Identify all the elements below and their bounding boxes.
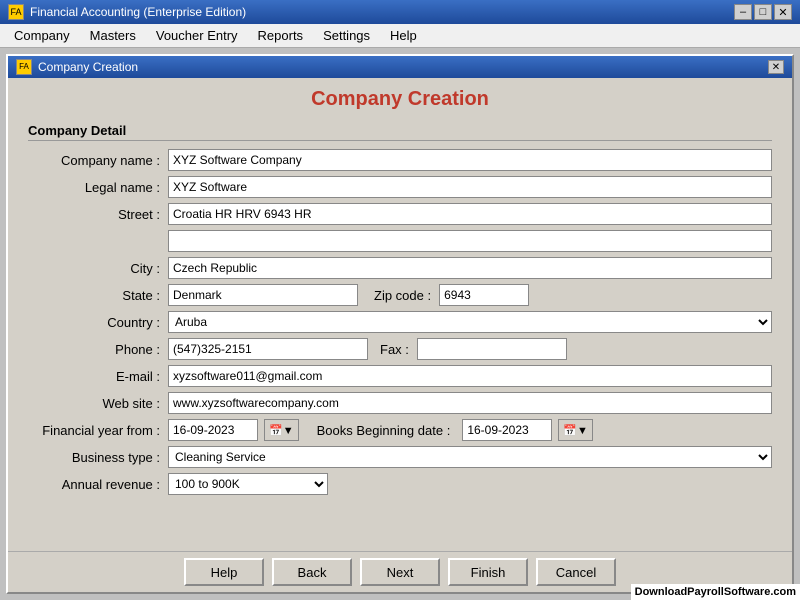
- company-name-row: Company name :: [28, 149, 772, 171]
- street-row: Street :: [28, 203, 772, 225]
- phone-input[interactable]: [168, 338, 368, 360]
- phone-fax-row: Phone : Fax :: [28, 338, 772, 360]
- dialog-heading: Company Creation: [28, 88, 772, 111]
- state-zip-row: State : Zip code :: [28, 284, 772, 306]
- annual-revenue-label: Annual revenue :: [28, 477, 168, 492]
- title-bar: FA Financial Accounting (Enterprise Edit…: [0, 0, 800, 24]
- close-button[interactable]: ✕: [774, 4, 792, 20]
- books-date-input[interactable]: [462, 419, 552, 441]
- country-row: Country : Aruba United States Croatia Cz…: [28, 311, 772, 333]
- business-type-select[interactable]: Cleaning Service Retail Manufacturing Se…: [168, 446, 772, 468]
- books-date-calendar-button[interactable]: 📅▼: [558, 419, 593, 441]
- fax-input[interactable]: [417, 338, 567, 360]
- app-title: Financial Accounting (Enterprise Edition…: [30, 5, 246, 19]
- outer-window: FA Company Creation ✕ Company Creation C…: [0, 48, 800, 600]
- country-select[interactable]: Aruba United States Croatia Czech Republ…: [168, 311, 772, 333]
- title-bar-controls: – □ ✕: [734, 4, 792, 20]
- legal-name-label: Legal name :: [28, 180, 168, 195]
- annual-revenue-row: Annual revenue : 100 to 900K 900K to 5M …: [28, 473, 772, 495]
- dialog-close-button[interactable]: ✕: [768, 60, 784, 74]
- legal-name-row: Legal name :: [28, 176, 772, 198]
- email-label: E-mail :: [28, 369, 168, 384]
- menu-help[interactable]: Help: [380, 26, 427, 45]
- business-type-label: Business type :: [28, 450, 168, 465]
- website-label: Web site :: [28, 396, 168, 411]
- email-input[interactable]: [168, 365, 772, 387]
- dialog-content: Company Creation Company Detail Company …: [8, 78, 792, 551]
- dialog: FA Company Creation ✕ Company Creation C…: [6, 54, 794, 594]
- watermark: DownloadPayrollSoftware.com: [631, 584, 800, 600]
- minimize-button[interactable]: –: [734, 4, 752, 20]
- next-button[interactable]: Next: [360, 558, 440, 586]
- section-title: Company Detail: [28, 123, 772, 141]
- menu-masters[interactable]: Masters: [80, 26, 146, 45]
- dialog-icon: FA: [16, 59, 32, 75]
- company-name-input[interactable]: [168, 149, 772, 171]
- street-label: Street :: [28, 207, 168, 222]
- finish-button[interactable]: Finish: [448, 558, 528, 586]
- state-label: State :: [28, 288, 168, 303]
- menu-company[interactable]: Company: [4, 26, 80, 45]
- state-input[interactable]: [168, 284, 358, 306]
- website-input[interactable]: [168, 392, 772, 414]
- fin-year-calendar-button[interactable]: 📅▼: [264, 419, 299, 441]
- city-input[interactable]: [168, 257, 772, 279]
- back-button[interactable]: Back: [272, 558, 352, 586]
- city-label: City :: [28, 261, 168, 276]
- street2-input[interactable]: [168, 230, 772, 252]
- dialog-title: Company Creation: [38, 60, 138, 74]
- menu-voucher-entry[interactable]: Voucher Entry: [146, 26, 248, 45]
- app-icon: FA: [8, 4, 24, 20]
- street-input[interactable]: [168, 203, 772, 225]
- zip-input[interactable]: [439, 284, 529, 306]
- books-label: Books Beginning date :: [317, 423, 451, 438]
- fax-label: Fax :: [380, 342, 409, 357]
- cancel-button[interactable]: Cancel: [536, 558, 616, 586]
- city-row: City :: [28, 257, 772, 279]
- zip-label: Zip code :: [374, 288, 431, 303]
- phone-label: Phone :: [28, 342, 168, 357]
- email-row: E-mail :: [28, 365, 772, 387]
- maximize-button[interactable]: □: [754, 4, 772, 20]
- menu-bar: Company Masters Voucher Entry Reports Se…: [0, 24, 800, 48]
- help-button[interactable]: Help: [184, 558, 264, 586]
- company-name-label: Company name :: [28, 153, 168, 168]
- fin-year-label: Financial year from :: [28, 423, 168, 438]
- street2-row: [28, 230, 772, 252]
- annual-revenue-select[interactable]: 100 to 900K 900K to 5M 5M+: [168, 473, 328, 495]
- country-label: Country :: [28, 315, 168, 330]
- business-type-row: Business type : Cleaning Service Retail …: [28, 446, 772, 468]
- fin-year-input[interactable]: [168, 419, 258, 441]
- financial-year-row: Financial year from : 📅▼ Books Beginning…: [28, 419, 772, 441]
- dialog-title-bar: FA Company Creation ✕: [8, 56, 792, 78]
- legal-name-input[interactable]: [168, 176, 772, 198]
- menu-reports[interactable]: Reports: [248, 26, 314, 45]
- website-row: Web site :: [28, 392, 772, 414]
- menu-settings[interactable]: Settings: [313, 26, 380, 45]
